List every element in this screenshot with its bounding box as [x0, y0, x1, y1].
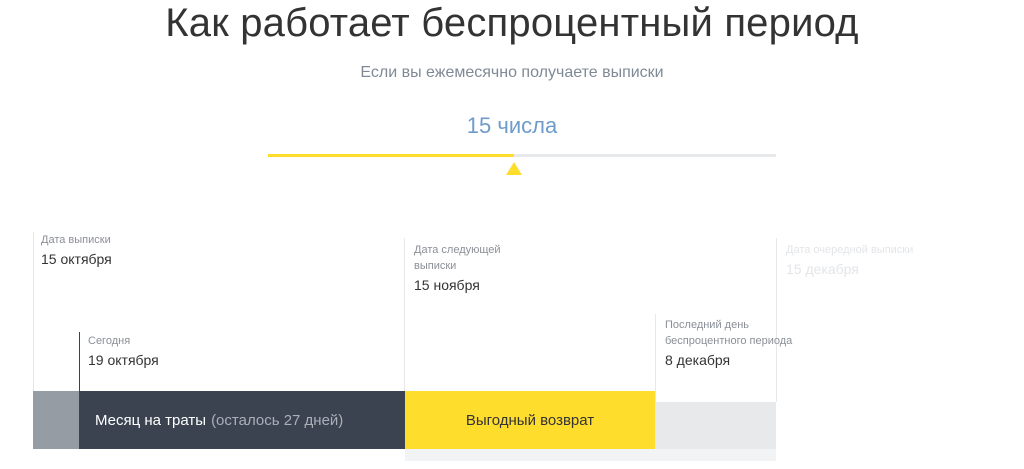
last-grace-day-value: 8 декабря	[665, 352, 731, 368]
remaining-days-label: (осталось 27 дней)	[211, 411, 344, 429]
following-statement-label: Дата очередной выписки	[786, 244, 914, 256]
repayment-bar: Выгодный возврат	[405, 391, 655, 449]
next-statement-label-1: Дата следующей	[414, 244, 501, 256]
statement-date-label: Дата выписки	[41, 234, 111, 246]
today-value: 19 октября	[88, 352, 159, 368]
statement-day-slider[interactable]	[268, 154, 776, 157]
today-label: Сегодня	[88, 335, 131, 347]
spending-month-bar: Месяц на траты (осталось 27 дней)	[79, 391, 405, 449]
following-statement-value: 15 декабря	[786, 261, 859, 277]
elapsed-bar	[33, 391, 79, 449]
statement-date-line	[33, 232, 34, 391]
following-statement-line	[776, 238, 777, 402]
last-grace-day-label-2: беспроцентного периода	[665, 335, 793, 347]
statement-date-value: 15 октября	[41, 251, 112, 267]
next-statement-value: 15 ноября	[414, 277, 480, 293]
next-statement-label-2: выписки	[414, 260, 457, 272]
last-grace-day-line	[655, 314, 656, 402]
grace-remainder-bar	[655, 402, 776, 449]
page-subtitle: Если вы ежемесячно получаете выписки	[360, 64, 664, 81]
spending-month-label: Месяц на траты	[95, 411, 207, 429]
selected-day-value: 15 числа	[466, 113, 558, 138]
slider-fill	[268, 154, 514, 157]
page-title: Как работает беспроцентный период	[165, 1, 859, 45]
repayment-label: Выгодный возврат	[465, 411, 595, 429]
next-statement-line	[404, 238, 405, 391]
bar-shadow	[405, 449, 776, 461]
last-grace-day-label-1: Последний день	[665, 319, 749, 331]
today-line	[79, 332, 80, 391]
slider-thumb[interactable]	[505, 162, 522, 175]
